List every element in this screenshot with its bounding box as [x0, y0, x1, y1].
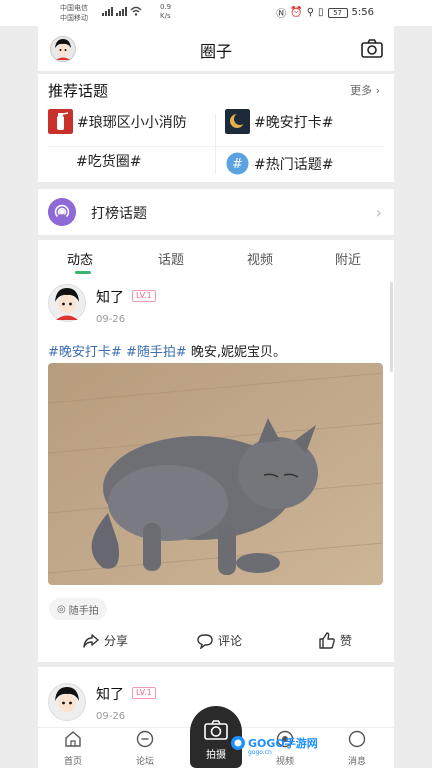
watermark-domain: gogo.cn — [248, 749, 272, 756]
hashtag-icon: # — [226, 152, 249, 175]
topic-item[interactable]: # #热门话题# — [225, 151, 333, 176]
night-image-icon — [225, 109, 250, 134]
more-link[interactable]: 更多 › — [350, 82, 380, 98]
avatar[interactable] — [48, 683, 86, 721]
more-label: 更多 — [350, 84, 373, 97]
level-badge: LV.1 — [132, 687, 156, 699]
ranking-topics-row[interactable]: 打榜话题 › — [38, 189, 394, 235]
alarm-icon: ⏰ — [290, 7, 303, 18]
nav-messages[interactable]: 消息 — [322, 728, 392, 767]
carrier-1: 中国电信 — [60, 4, 88, 12]
nav-label: 论坛 — [135, 757, 154, 767]
topic-item[interactable]: #晚安打卡# — [225, 109, 333, 134]
share-label: 分享 — [104, 634, 129, 648]
speed-value: 0.9 — [160, 3, 172, 11]
home-icon — [65, 731, 81, 747]
nav-label: 消息 — [347, 757, 366, 767]
share-icon — [83, 633, 99, 648]
share-button[interactable]: 分享 — [82, 632, 128, 649]
broadcast-icon — [48, 198, 76, 226]
post-date: 09-26 — [96, 711, 126, 722]
ranking-label: 打榜话题 — [91, 206, 147, 222]
divider — [215, 114, 216, 174]
comment-icon — [197, 633, 213, 649]
tab-dynamic[interactable]: 动态 — [67, 249, 93, 268]
hashtag-link[interactable]: #晚安打卡# — [48, 345, 122, 360]
username[interactable]: 知了 — [96, 684, 124, 704]
like-button[interactable]: 赞 — [318, 632, 352, 649]
nav-home[interactable]: 首页 — [38, 728, 108, 767]
active-tab-indicator — [75, 271, 91, 274]
post-date: 09-26 — [96, 314, 126, 325]
post-photo-cat[interactable] — [48, 363, 383, 585]
recommended-topics: 推荐话题 更多 › #琅琊区小小消防 #晚安打卡# #吃货圈# # #热门话题# — [38, 74, 394, 182]
avatar[interactable] — [48, 284, 86, 322]
carrier-2: 中国移动 — [60, 14, 88, 22]
post-body: 晚安,妮妮宝贝。 — [186, 345, 286, 360]
topic-label: #热门话题# — [254, 156, 334, 173]
status-bar: 中国电信 中国移动 0.9 K/s Ⓝ ⏰ ⚲ ▯ 57 5:56 — [0, 0, 432, 26]
signal-icon — [102, 6, 142, 16]
topic-chip[interactable]: ◎ 随手拍 — [49, 598, 107, 620]
feed-tabs: 动态 话题 视频 附近 — [38, 240, 394, 276]
topic-label: #琅琊区小小消防 — [77, 114, 187, 131]
tab-nearby[interactable]: 附近 — [335, 249, 361, 268]
location-icon: ⚲ — [306, 7, 315, 18]
vibrate-icon: ▯ — [318, 7, 324, 18]
comment-label: 评论 — [218, 634, 243, 648]
circle-icon: ◎ — [57, 603, 66, 615]
watermark-logo: GOGO手游网 gogo.cn — [230, 735, 318, 756]
right-status: Ⓝ ⏰ ⚲ ▯ 57 5:56 — [276, 5, 374, 20]
wifi-icon — [130, 6, 142, 16]
topic-label: #晚安打卡# — [254, 114, 334, 131]
message-icon — [348, 730, 366, 748]
forum-icon — [136, 730, 154, 748]
topic-item[interactable]: #琅琊区小小消防 — [48, 109, 187, 134]
svg-text:#: # — [232, 157, 243, 172]
battery-icon: 57 — [327, 7, 348, 18]
feed-post: 知了 LV.1 09-26 #晚安打卡# #随手拍# 晚安,妮妮宝贝。 ◎ 随手… — [38, 276, 394, 662]
page-title: 圈子 — [199, 42, 232, 61]
username[interactable]: 知了 — [96, 287, 124, 307]
nav-label: 首页 — [63, 757, 82, 767]
tab-topics[interactable]: 话题 — [158, 249, 184, 268]
speed-unit: K/s — [160, 12, 171, 20]
chip-label: 随手拍 — [68, 605, 99, 617]
post-text: #晚安打卡# #随手拍# 晚安,妮妮宝贝。 — [48, 341, 286, 360]
carrier-info: 中国电信 中国移动 — [60, 3, 88, 23]
clock: 5:56 — [351, 7, 374, 18]
bottom-nav: 首页 论坛 拍摄 视频 消息 — [38, 706, 394, 768]
section-title: 推荐话题 — [48, 82, 109, 100]
fire-extinguisher-icon — [48, 109, 73, 134]
comment-button[interactable]: 评论 — [196, 632, 242, 649]
like-label: 赞 — [340, 634, 353, 648]
camera-icon — [204, 720, 228, 740]
hashtag-link[interactable]: #随手拍# — [126, 345, 187, 360]
divider — [48, 146, 384, 147]
camera-icon[interactable] — [360, 38, 384, 60]
thumbs-up-icon — [319, 632, 335, 649]
tab-videos[interactable]: 视频 — [247, 249, 273, 268]
scrollbar[interactable] — [390, 282, 393, 372]
net-speed: 0.9 K/s — [160, 3, 171, 21]
gogo-logo-icon — [231, 736, 245, 750]
topic-label: #吃货圈# — [76, 154, 142, 170]
nav-forum[interactable]: 论坛 — [110, 728, 180, 767]
topic-item[interactable]: #吃货圈# — [76, 151, 141, 171]
chevron-right-icon: › — [375, 203, 382, 222]
app-header: 圈子 — [38, 26, 394, 71]
level-badge: LV.1 — [132, 290, 156, 302]
nfc-icon: Ⓝ — [276, 9, 287, 20]
